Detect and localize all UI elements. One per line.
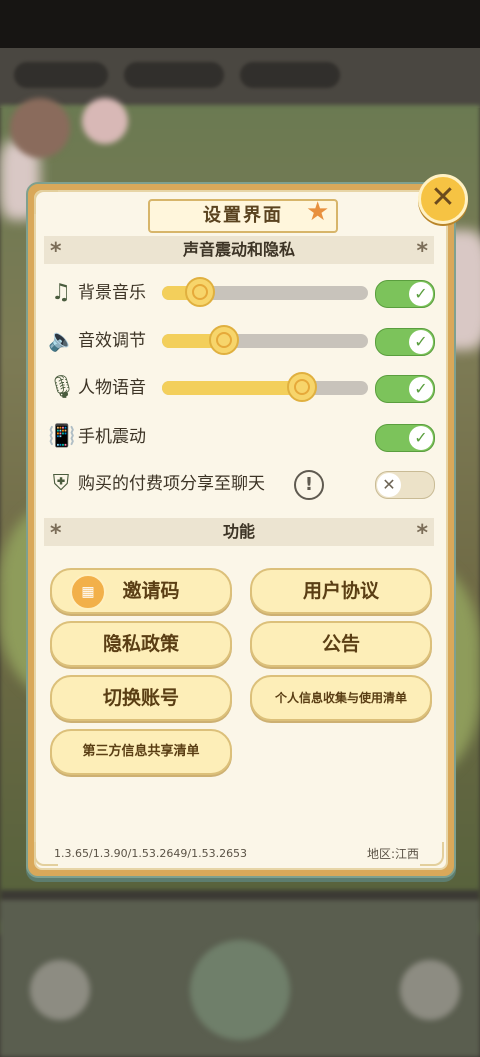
resource-pill <box>124 62 224 88</box>
center-menu-button <box>190 940 290 1040</box>
bgm-toggle[interactable]: ✓ <box>375 280 435 308</box>
share-row: ⛨ 购买的付费项分享至聊天 <box>48 466 308 502</box>
music-note-icon: ♫ <box>51 280 71 305</box>
slider-knob[interactable] <box>286 371 318 403</box>
asterisk-icon: * <box>416 521 428 546</box>
x-icon: ✕ <box>377 473 401 497</box>
button-label: 邀请码 <box>122 580 180 602</box>
share-toggle[interactable]: ✕ <box>375 471 435 499</box>
button-label: 第三方信息共享清单 <box>82 744 200 759</box>
third-party-list-button[interactable]: 第三方信息共享清单 <box>50 729 232 775</box>
info-icon[interactable]: ! <box>294 470 324 500</box>
asterisk-icon: * <box>50 521 62 546</box>
voice-slider[interactable] <box>162 372 368 402</box>
vibrate-label: 手机震动 <box>78 427 146 447</box>
function-section-header: * 功能 * <box>44 518 434 546</box>
bgm-slider[interactable] <box>162 277 368 307</box>
check-icon: ✓ <box>409 377 433 401</box>
slider-fill <box>162 381 302 395</box>
button-label: 用户协议 <box>302 580 379 602</box>
privacy-policy-button[interactable]: 隐私政策 <box>50 621 232 667</box>
slider-knob[interactable] <box>184 276 216 308</box>
close-icon: ✕ <box>430 180 456 215</box>
invite-code-button[interactable]: ▦ 邀请码 <box>50 568 232 614</box>
button-label: 切换账号 <box>102 687 179 709</box>
personal-info-list-button[interactable]: 个人信息收集与使用清单 <box>250 675 432 721</box>
asterisk-icon: * <box>416 239 428 264</box>
resource-pill <box>240 62 340 88</box>
section-title: 功能 <box>222 522 255 541</box>
corner-ornament <box>420 842 444 866</box>
sound-section-header: * 声音震动和隐私 * <box>44 236 434 264</box>
shield-icon: ⛨ <box>52 471 70 496</box>
voice-label: 人物语音 <box>78 378 146 398</box>
check-icon: ✓ <box>409 426 433 450</box>
sfx-label: 音效调节 <box>78 331 146 351</box>
version-text: 1.3.65/1.3.90/1.53.2649/1.53.2653 <box>54 847 248 860</box>
menu-icon <box>400 960 460 1020</box>
microphone-icon: 🎙 <box>48 375 76 400</box>
star-icon: ★ <box>306 197 330 227</box>
button-label: 个人信息收集与使用清单 <box>274 691 407 705</box>
status-bar <box>0 0 480 48</box>
resource-pill <box>14 62 108 88</box>
voice-toggle[interactable]: ✓ <box>375 375 435 403</box>
button-label: 公告 <box>321 633 360 655</box>
speaker-icon: 🔈 <box>48 328 76 353</box>
switch-account-button[interactable]: 切换账号 <box>50 675 232 721</box>
user-agreement-button[interactable]: 用户协议 <box>250 568 432 614</box>
share-label: 购买的付费项分享至聊天 <box>78 474 265 494</box>
sfx-toggle[interactable]: ✓ <box>375 328 435 356</box>
button-label: 隐私政策 <box>102 633 179 655</box>
slider-knob[interactable] <box>208 324 240 356</box>
vibrate-toggle[interactable]: ✓ <box>375 424 435 452</box>
check-icon: ✓ <box>409 282 433 306</box>
sfx-slider[interactable] <box>162 325 368 355</box>
qr-code-icon: ▦ <box>70 574 106 610</box>
phone-vibrate-icon: 📳 <box>48 424 76 449</box>
asterisk-icon: * <box>50 239 62 264</box>
avatar <box>10 98 70 158</box>
section-title: 声音震动和隐私 <box>182 240 295 259</box>
bgm-label: 背景音乐 <box>78 283 146 303</box>
region-text: 地区:江西 <box>367 847 420 861</box>
pet-avatar <box>82 98 128 144</box>
close-button[interactable]: ✕ <box>418 174 468 224</box>
menu-icon <box>30 960 90 1020</box>
check-icon: ✓ <box>409 330 433 354</box>
corner-ornament <box>34 190 58 214</box>
announcement-button[interactable]: 公告 <box>250 621 432 667</box>
